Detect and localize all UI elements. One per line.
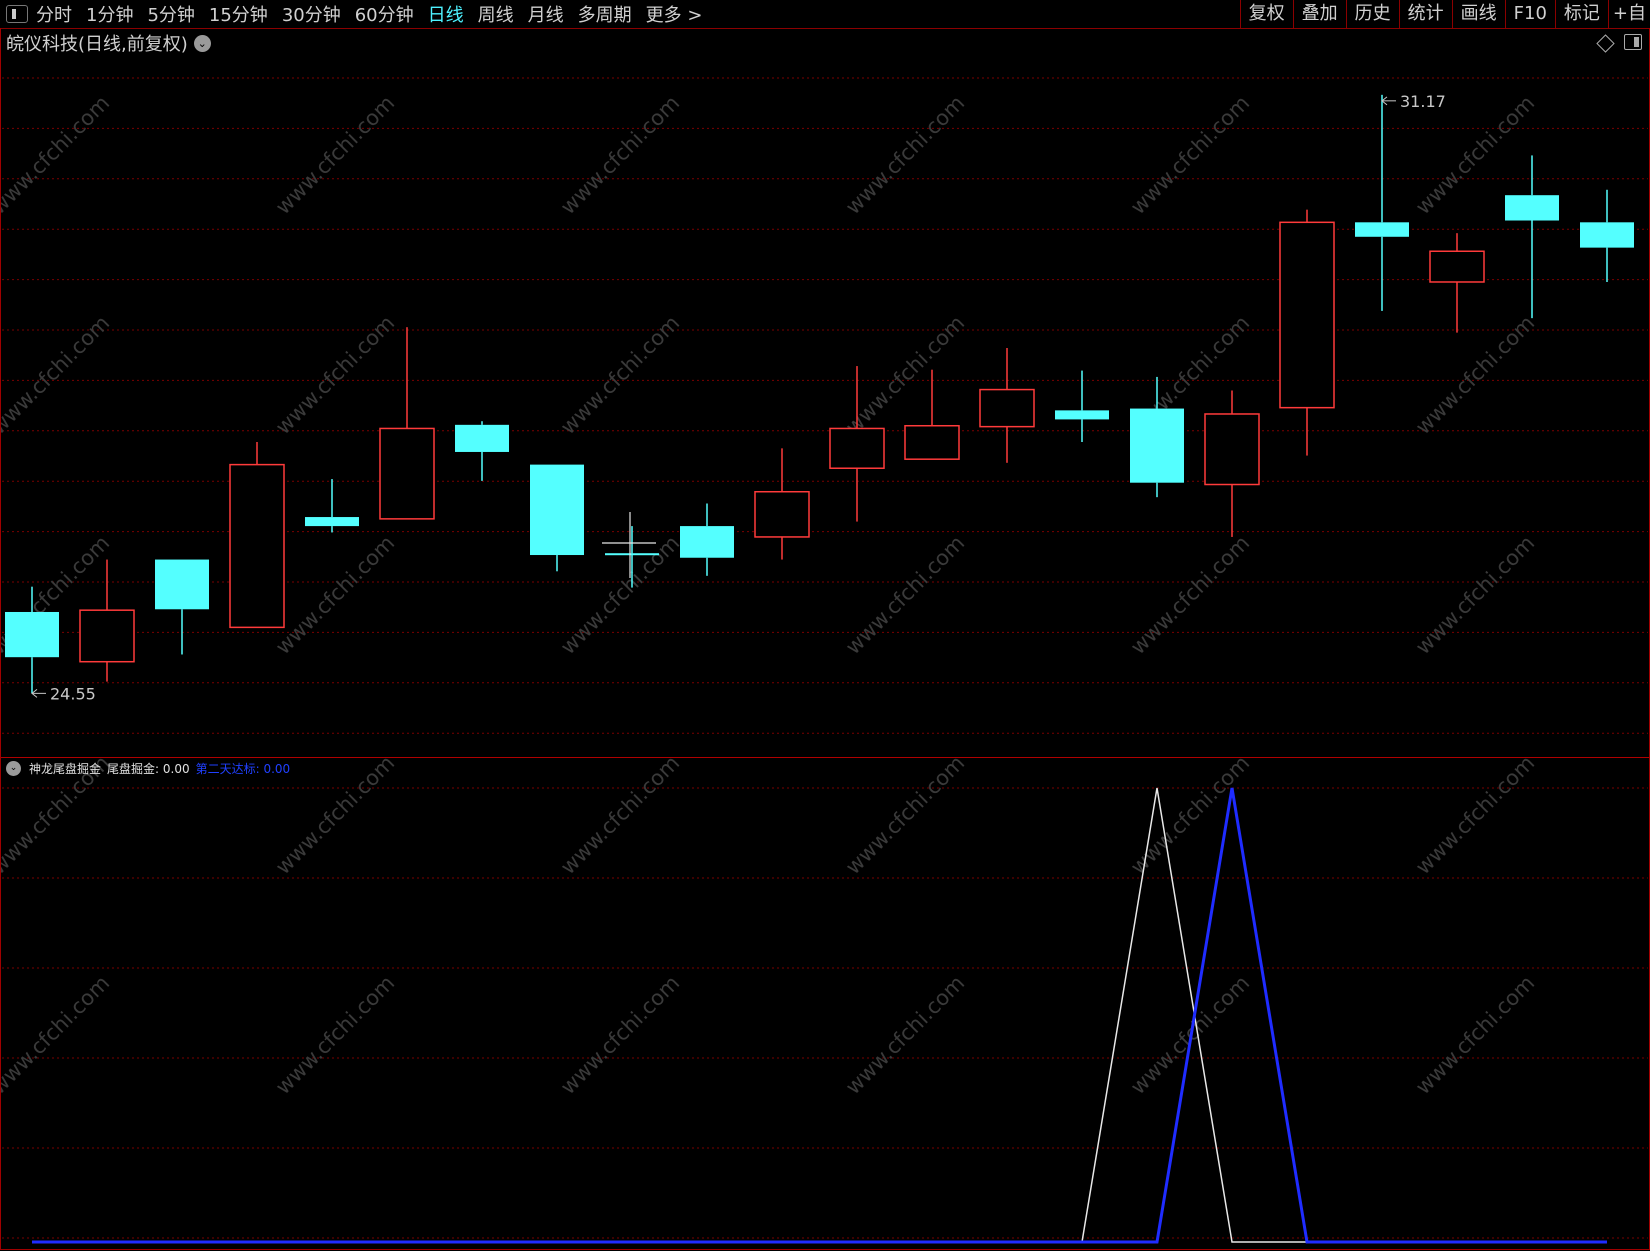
chart-title-bar: 皖仪科技(日线,前复权) ⌄ [6, 32, 211, 55]
watermark-text: www.cfchi.com [556, 971, 684, 1099]
watermark-text: www.cfchi.com [1411, 531, 1539, 659]
watermark-text: www.cfchi.com [0, 91, 114, 219]
candle-body [379, 427, 435, 520]
candle-body [1580, 222, 1634, 248]
max-price-label: 31.17 [1381, 92, 1446, 111]
candle-body [305, 517, 359, 527]
candlestick-series [5, 94, 1634, 694]
candle [1055, 370, 1109, 443]
watermark-text: www.cfchi.com [841, 531, 969, 659]
candle [1355, 94, 1409, 311]
candle [1505, 155, 1559, 319]
indicator-value-2: 第二天达标: 0.00 [195, 761, 291, 776]
candle-body [1355, 222, 1409, 237]
price-label-text: 24.55 [50, 684, 96, 703]
chevron-down-icon[interactable]: ⌄ [6, 760, 21, 776]
candle-body [1505, 195, 1559, 221]
series-line-nextday [32, 787, 1607, 1244]
candle [1204, 390, 1260, 537]
chart-corner-tools [1596, 34, 1642, 53]
candle [979, 347, 1035, 463]
candle [1429, 233, 1485, 333]
watermark-text: www.cfchi.com [841, 971, 969, 1099]
watermark-text: www.cfchi.com [271, 971, 399, 1099]
candle-body [530, 464, 584, 556]
candle-body [1429, 250, 1485, 283]
candle-body [1055, 410, 1109, 420]
chevron-down-icon[interactable]: ⌄ [193, 34, 211, 52]
watermark-text: www.cfchi.com [271, 91, 399, 219]
candle-body [5, 611, 59, 658]
min-price-label: 24.55 [31, 684, 96, 703]
candle [1580, 189, 1634, 282]
indicator-value-1: 尾盘掘金: 0.00 [107, 761, 190, 776]
candle-body [605, 553, 659, 556]
watermark-text: www.cfchi.com [1126, 91, 1254, 219]
panel-toggle-icon[interactable] [1624, 34, 1642, 50]
candle-body [754, 490, 810, 538]
watermark-text: www.cfchi.com [841, 751, 969, 879]
candle [530, 464, 584, 572]
watermark-text: www.cfchi.com [1411, 971, 1539, 1099]
watermark-text: www.cfchi.com [271, 531, 399, 659]
watermark-text: www.cfchi.com [271, 311, 399, 439]
price-label-text: 31.17 [1400, 92, 1446, 111]
watermark-text: www.cfchi.com [556, 91, 684, 219]
candle-body [829, 427, 885, 469]
chart-canvas[interactable]: www.cfchi.com www.cfchi.com www.cfchi.com w… [0, 0, 1650, 1251]
candle [379, 327, 435, 520]
panel-divider[interactable] [0, 757, 1650, 758]
candle [1279, 209, 1335, 456]
watermark-text: www.cfchi.com [0, 971, 114, 1099]
watermark-text: www.cfchi.com [556, 751, 684, 879]
stock-title: 皖仪科技(日线,前复权) [6, 34, 188, 55]
diamond-icon[interactable] [1596, 34, 1615, 53]
watermark-text: www.cfchi.com [841, 91, 969, 219]
candle-body [979, 388, 1035, 428]
candle-body [680, 526, 734, 558]
candle [680, 503, 734, 576]
watermark-text: www.cfchi.com [556, 311, 684, 439]
indicator-lines [32, 787, 1607, 1244]
candle [229, 442, 285, 629]
candle-body [1130, 408, 1184, 483]
candle-body [1204, 413, 1260, 486]
candle [79, 559, 135, 682]
series-line-tailpan [32, 787, 1607, 1243]
watermark-text: www.cfchi.com [1411, 311, 1539, 439]
candle-body [455, 424, 509, 452]
candle-body [229, 463, 285, 629]
watermark-text: www.cfchi.com [841, 311, 969, 439]
watermark-text: www.cfchi.com [1411, 751, 1539, 879]
indicator-header: ⌄ 神龙尾盘掘金 尾盘掘金: 0.00 第二天达标: 0.00 [6, 760, 290, 776]
candle [754, 448, 810, 560]
candle-body [1279, 221, 1335, 409]
candle-body [904, 424, 960, 460]
candle-body [155, 559, 209, 610]
watermark-text: www.cfchi.com [1126, 531, 1254, 659]
candle-body [79, 609, 135, 663]
candle [305, 479, 359, 533]
candle [455, 421, 509, 481]
main-grid [2, 77, 1648, 734]
candle [155, 559, 209, 655]
indicator-grid [2, 787, 1648, 1239]
indicator-name[interactable]: 神龙尾盘掘金 [29, 760, 101, 777]
